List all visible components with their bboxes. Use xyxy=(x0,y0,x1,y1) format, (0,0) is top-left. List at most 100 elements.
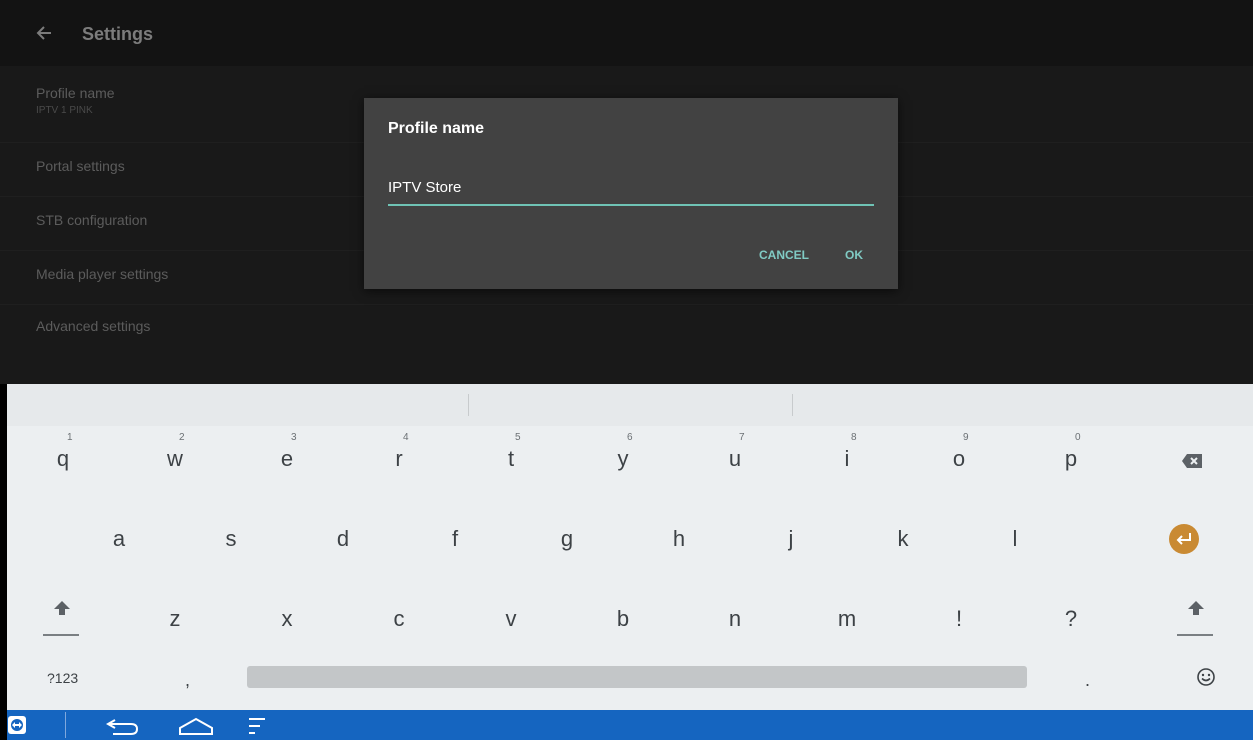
profile-name-dialog: Profile name CANCEL OK xyxy=(364,98,898,289)
key-h[interactable]: h xyxy=(623,508,735,568)
key-d[interactable]: d xyxy=(287,508,399,568)
key-s[interactable]: s xyxy=(175,508,287,568)
key-label: p xyxy=(1064,446,1078,471)
key-label: j xyxy=(788,526,794,551)
key-x[interactable]: x xyxy=(231,588,343,648)
shift-indicator xyxy=(43,634,79,636)
key-b[interactable]: b xyxy=(567,588,679,648)
key-w[interactable]: 2 w xyxy=(119,428,231,488)
key-q[interactable]: 1 q xyxy=(7,428,119,488)
shift-icon xyxy=(1188,601,1204,615)
ok-button[interactable]: OK xyxy=(839,244,869,266)
soft-keyboard: 1 q 2 w 3 e 4 r 5 t 6 y 7 u 8 i 9 o 0 p xyxy=(7,384,1253,710)
setting-title: Advanced settings xyxy=(36,318,151,334)
key-n[interactable]: n xyxy=(679,588,791,648)
key-number-hint: 9 xyxy=(963,432,969,443)
key-label: d xyxy=(336,526,350,551)
shift-key-right[interactable] xyxy=(1141,588,1253,648)
key-e[interactable]: 3 e xyxy=(231,428,343,488)
shift-key-left[interactable] xyxy=(7,588,119,648)
key-a[interactable]: a xyxy=(63,508,175,568)
key-p[interactable]: 0 p xyxy=(1015,428,1127,488)
key-label: l xyxy=(1012,526,1018,551)
comma-key[interactable]: , xyxy=(137,660,237,696)
back-icon[interactable] xyxy=(105,716,141,736)
key-label: a xyxy=(112,526,126,551)
key-u[interactable]: 7 u xyxy=(679,428,791,488)
backspace-icon xyxy=(1182,454,1202,468)
key-i[interactable]: 8 i xyxy=(791,428,903,488)
emoji-key[interactable] xyxy=(1147,660,1247,696)
home-icon[interactable] xyxy=(177,716,215,736)
key-label: s xyxy=(225,526,237,551)
key-number-hint: 3 xyxy=(291,432,297,443)
profile-name-input[interactable] xyxy=(388,174,874,206)
key-g[interactable]: g xyxy=(511,508,623,568)
key-label: h xyxy=(672,526,686,551)
key-label: ! xyxy=(955,606,963,631)
key-label: m xyxy=(837,606,857,631)
key-label: r xyxy=(395,446,403,471)
strip-divider xyxy=(792,394,793,416)
key-label: g xyxy=(560,526,574,551)
key-number-hint: 1 xyxy=(67,432,73,443)
arrow-left-icon[interactable] xyxy=(36,24,52,42)
setting-subtitle: IPTV 1 PINK xyxy=(36,105,93,116)
nav-divider xyxy=(65,712,66,738)
setting-title: Profile name xyxy=(36,85,115,101)
key-question[interactable]: ? xyxy=(1015,588,1127,648)
key-y[interactable]: 6 y xyxy=(567,428,679,488)
key-label: q xyxy=(56,446,70,471)
key-label: . xyxy=(1085,670,1091,690)
setting-title: Portal settings xyxy=(36,158,125,174)
key-label: e xyxy=(280,446,294,471)
key-l[interactable]: l xyxy=(959,508,1071,568)
app-bar: Settings xyxy=(0,0,1253,66)
emoji-icon xyxy=(1197,668,1215,686)
menu-icon[interactable] xyxy=(247,716,267,736)
setting-title: STB configuration xyxy=(36,212,148,228)
key-label: u xyxy=(728,446,742,471)
period-key[interactable]: . xyxy=(1037,660,1137,696)
symbols-key[interactable]: ?123 xyxy=(7,660,87,696)
cancel-button[interactable]: CANCEL xyxy=(753,244,815,266)
key-label: f xyxy=(451,526,459,551)
backspace-key[interactable] xyxy=(1127,428,1253,488)
key-label: b xyxy=(616,606,630,631)
key-label: z xyxy=(169,606,181,631)
key-r[interactable]: 4 r xyxy=(343,428,455,488)
key-label: i xyxy=(844,446,850,471)
key-z[interactable]: z xyxy=(119,588,231,648)
key-label: ?123 xyxy=(47,670,79,686)
enter-key[interactable] xyxy=(1127,508,1253,568)
key-t[interactable]: 5 t xyxy=(455,428,567,488)
key-number-hint: 5 xyxy=(515,432,521,443)
setting-advanced-settings[interactable]: Advanced settings xyxy=(0,304,1253,358)
key-label: y xyxy=(617,446,629,471)
space-key[interactable] xyxy=(247,666,1027,688)
key-number-hint: 7 xyxy=(739,432,745,443)
key-exclamation[interactable]: ! xyxy=(903,588,1015,648)
key-label: n xyxy=(728,606,742,631)
key-j[interactable]: j xyxy=(735,508,847,568)
key-o[interactable]: 9 o xyxy=(903,428,1015,488)
key-k[interactable]: k xyxy=(847,508,959,568)
key-label: v xyxy=(505,606,517,631)
teamviewer-icon[interactable] xyxy=(7,715,27,735)
key-number-hint: 6 xyxy=(627,432,633,443)
key-v[interactable]: v xyxy=(455,588,567,648)
strip-divider xyxy=(468,394,469,416)
key-m[interactable]: m xyxy=(791,588,903,648)
key-label: ? xyxy=(1064,606,1078,631)
key-number-hint: 4 xyxy=(403,432,409,443)
suggestion-strip xyxy=(7,384,1253,426)
key-label: o xyxy=(952,446,966,471)
key-label: w xyxy=(167,446,183,471)
shift-icon xyxy=(54,601,70,615)
key-f[interactable]: f xyxy=(399,508,511,568)
setting-title: Media player settings xyxy=(36,266,169,282)
page-title: Settings xyxy=(82,24,154,44)
key-label: k xyxy=(897,526,909,551)
key-c[interactable]: c xyxy=(343,588,455,648)
navigation-bar xyxy=(7,710,1253,740)
